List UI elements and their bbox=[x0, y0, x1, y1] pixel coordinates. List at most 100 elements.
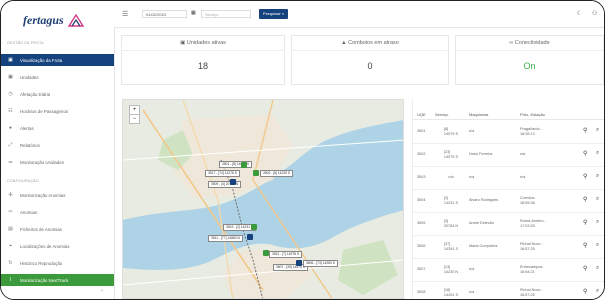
sidebar-item-label: Localizações de Anomias bbox=[20, 243, 70, 249]
train-marker-icon[interactable] bbox=[253, 170, 259, 176]
cell-servico: [23] 14075 S bbox=[443, 149, 459, 159]
locate-pin-icon[interactable]: ⚲ bbox=[583, 288, 587, 295]
table-row[interactable]: 3501 [8] 14079 S n/a Pragal/ardo - 16:35:13… bbox=[413, 120, 604, 144]
sidebar-item[interactable]: ◷ Afetação Diária bbox=[1, 88, 114, 100]
cell-maquinista: n/a bbox=[469, 267, 475, 272]
pin-icon: ⌖ bbox=[9, 243, 12, 249]
service-input[interactable]: Serviço bbox=[201, 10, 251, 18]
locate-pin-icon[interactable]: ⚲ bbox=[583, 173, 587, 180]
cell-maquinista: Álvaro Rodrigues bbox=[469, 198, 499, 203]
map-train-label[interactable]: 3506 - [73] 14283 S bbox=[303, 260, 338, 267]
search-icon: ⌕ bbox=[281, 11, 285, 16]
details-search-icon[interactable]: ⌕ bbox=[596, 173, 599, 180]
cell-maquinista: Maria Gonçalves bbox=[469, 244, 498, 249]
sidebar-item-label: Histórico Reprodução bbox=[20, 260, 63, 266]
file-icon: ▤ bbox=[8, 226, 13, 232]
locate-pin-icon[interactable]: ⚲ bbox=[583, 196, 587, 203]
user-icon[interactable]: ⚇ bbox=[592, 10, 597, 17]
table-row[interactable]: 3503 n/a n/a n/a ⚲ ⌕ bbox=[413, 166, 604, 190]
map-train-label[interactable]: 3511 - [77] 14860 N bbox=[208, 235, 243, 242]
bell-icon: ♠ bbox=[9, 125, 12, 131]
details-search-icon[interactable]: ⌕ bbox=[596, 150, 599, 157]
sidebar-item-label: Alertas bbox=[20, 125, 34, 131]
section-config-label: CONFIGURAÇÃO bbox=[7, 179, 39, 183]
tool-icon: ✂ bbox=[8, 209, 13, 215]
sidebar-item[interactable]: ⌖ Localizações de Anomias bbox=[1, 240, 114, 252]
train-icon: ▣ bbox=[180, 40, 186, 46]
cell-servico: [16] 14261 S bbox=[443, 287, 459, 297]
details-search-icon[interactable]: ⌕ bbox=[596, 127, 599, 134]
cell-servico: [3] 20784 N bbox=[443, 218, 459, 228]
card-title: Conectividade bbox=[514, 40, 550, 46]
table-row[interactable]: 3504 [2] 14231 S Álvaro Rodrigues Corroios … bbox=[413, 189, 604, 213]
sidebar-item[interactable]: ⌇ Monitorização NextTrack bbox=[1, 274, 114, 286]
map-train-label[interactable]: 3509 - [4] 20744 N bbox=[208, 181, 242, 188]
details-search-icon[interactable]: ⌕ bbox=[596, 265, 599, 272]
sidebar-item[interactable]: ↻ Histórico Reprodução bbox=[1, 257, 114, 269]
train-marker-icon[interactable] bbox=[230, 179, 236, 185]
col-proxima-estacao: Próx. Estação bbox=[520, 112, 545, 117]
theme-toggle-icon[interactable]: ☾ bbox=[577, 10, 582, 17]
train-marker-icon[interactable] bbox=[251, 224, 257, 230]
collapse-sidebar-icon[interactable]: ‹ bbox=[101, 288, 103, 294]
sidebar-item-label: Afetação Diária bbox=[20, 91, 51, 97]
menu-icon[interactable]: ☰ bbox=[122, 10, 128, 18]
sidebar-item-label: Unidades bbox=[20, 74, 39, 80]
locate-pin-icon[interactable]: ⚲ bbox=[583, 127, 587, 134]
train-marker-icon[interactable] bbox=[296, 260, 302, 266]
search-button-label: Pesquisar bbox=[262, 11, 281, 16]
card-connectivity: ∞ Conectividade On bbox=[455, 35, 604, 85]
sidebar-item-label: Horários de Passageiros bbox=[20, 108, 69, 114]
table-row[interactable]: 3506 [37] 14261 S Maria Gonçalves Pinhal No… bbox=[413, 235, 604, 259]
table-row[interactable]: 3507 [13] 14230 N n/a Entrecampos - 16:54:2… bbox=[413, 258, 604, 282]
cell-maquinista: n/a bbox=[469, 175, 475, 180]
history-icon: ↻ bbox=[8, 260, 13, 266]
fleet-map[interactable]: + − 3517 - [74] 14278 S 3509 - [4] 20744… bbox=[122, 99, 404, 299]
map-train-label[interactable]: 3517 - [74] 14278 S bbox=[205, 170, 240, 177]
sidebar-item[interactable]: ☷ Horários de Passageiros bbox=[1, 105, 114, 117]
sidebar-item[interactable]: ▣ Unidades bbox=[1, 71, 114, 83]
brand-logo[interactable]: fertagus bbox=[23, 9, 84, 31]
sidebar-item[interactable]: ⤢ Relatórios bbox=[1, 139, 114, 151]
table-header: UQE Serviço Maquinista Próx. Estação bbox=[413, 109, 604, 120]
sidebar-item[interactable]: ⚌ Monitoração Unidades bbox=[1, 156, 114, 168]
cell-maquinista: André Estevão bbox=[469, 221, 494, 226]
train-icon: ▣ bbox=[8, 57, 13, 63]
sidebar-item[interactable]: ♠ Alertas bbox=[1, 122, 114, 134]
zoom-in-button[interactable]: + bbox=[130, 106, 139, 114]
sidebar-item[interactable]: ✣ Monitorização Anomias bbox=[1, 189, 114, 201]
sidebar-item[interactable]: ▤ Ficheiros de Anomias bbox=[1, 223, 114, 235]
map-train-label[interactable]: 3521 - [7] 14978 S bbox=[269, 251, 303, 258]
search-button[interactable]: Pesquisar ⌕ bbox=[259, 9, 288, 19]
clock-icon: ◷ bbox=[8, 91, 13, 97]
locate-pin-icon[interactable]: ⚲ bbox=[583, 265, 587, 272]
train-marker-icon[interactable] bbox=[263, 250, 269, 256]
date-input[interactable]: 01/02/2024 bbox=[142, 10, 187, 18]
train-marker-icon[interactable] bbox=[247, 234, 253, 240]
locate-pin-icon[interactable]: ⚲ bbox=[583, 150, 587, 157]
train-marker-icon[interactable] bbox=[241, 162, 247, 168]
zoom-out-button[interactable]: − bbox=[130, 114, 139, 123]
table-row[interactable]: 3508 [16] 14261 S n/a Pinhal Novo - 16:57:2… bbox=[413, 281, 604, 299]
brand-mark-icon bbox=[67, 13, 84, 27]
cell-servico: [8] 14079 S bbox=[443, 126, 459, 136]
section-fleet-label: GESTÃO DA FROTA bbox=[7, 41, 44, 45]
details-search-icon[interactable]: ⌕ bbox=[596, 288, 599, 295]
table-row[interactable]: 3502 [23] 14075 S Nuno Ferreira n/a ⚲ ⌕ bbox=[413, 143, 604, 167]
cell-servico: [37] 14261 S bbox=[443, 241, 459, 251]
locate-pin-icon[interactable]: ⚲ bbox=[583, 219, 587, 226]
map-train-label[interactable]: 3501 - [8] 14079 S bbox=[219, 161, 253, 168]
sidebar-item[interactable]: ▣ Visualização da Frota bbox=[1, 54, 114, 66]
sidebar-item[interactable]: ✂ Anomias bbox=[1, 206, 114, 218]
sidebar: fertagus GESTÃO DA FROTA ▣ Visualização d… bbox=[1, 1, 115, 299]
calendar-icon[interactable]: ▦ bbox=[191, 10, 196, 16]
cell-maquinista: n/a bbox=[469, 290, 475, 295]
zoom-control: + − bbox=[129, 105, 140, 124]
card-value: 18 bbox=[197, 61, 208, 71]
details-search-icon[interactable]: ⌕ bbox=[596, 219, 599, 226]
details-search-icon[interactable]: ⌕ bbox=[596, 242, 599, 249]
locate-pin-icon[interactable]: ⚲ bbox=[583, 242, 587, 249]
table-row[interactable]: 3505 [3] 20784 N André Estevão Roma-Areeiro… bbox=[413, 212, 604, 236]
map-train-label[interactable]: 3503 - [8] 14225 S bbox=[260, 170, 294, 177]
details-search-icon[interactable]: ⌕ bbox=[596, 196, 599, 203]
